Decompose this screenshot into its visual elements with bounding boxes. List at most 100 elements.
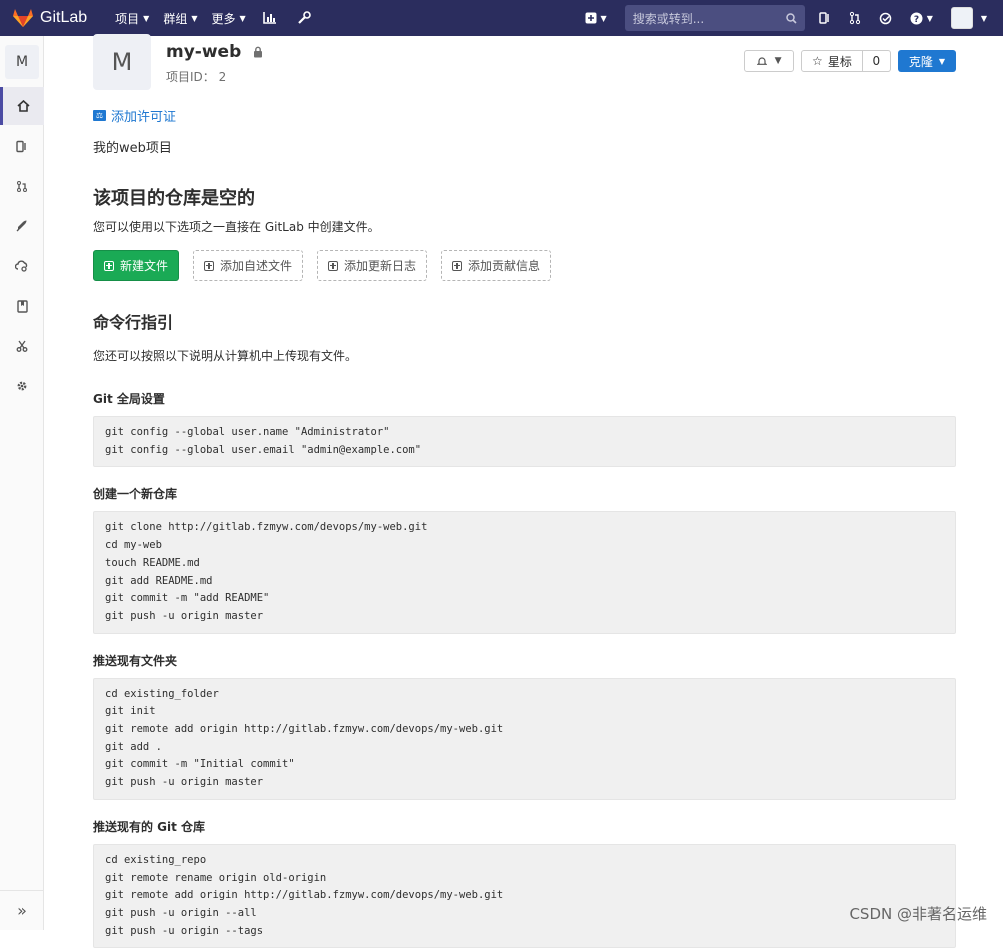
admin-wrench-icon[interactable] xyxy=(294,8,314,28)
code-block-existing-repo[interactable]: cd existing_repo git remote rename origi… xyxy=(93,844,956,948)
add-contributing-label: 添加贡献信息 xyxy=(468,257,540,274)
project-title: my-web xyxy=(166,42,263,62)
menu-projects-label: 项目 xyxy=(115,10,139,27)
gear-icon xyxy=(16,380,28,392)
code-line: cd existing_folder xyxy=(105,686,944,704)
star-label: 星标 xyxy=(828,53,852,70)
lock-icon xyxy=(253,46,263,58)
menu-more[interactable]: 更多 ▼ xyxy=(211,10,245,27)
project-actions: ▼ ☆ 星标 0 克隆 ▼ xyxy=(744,50,956,72)
add-contributing-button[interactable]: 添加贡献信息 xyxy=(441,250,551,281)
todos-icon[interactable] xyxy=(879,12,892,25)
plus-square-icon xyxy=(328,261,338,271)
project-name: my-web xyxy=(166,42,241,62)
chevron-down-icon: ▼ xyxy=(240,14,246,23)
add-changelog-button[interactable]: 添加更新日志 xyxy=(317,250,427,281)
project-avatar: M xyxy=(93,34,151,90)
chevron-down-icon: ▼ xyxy=(981,14,987,23)
add-readme-label: 添加自述文件 xyxy=(220,257,292,274)
sidebar-item-project-home[interactable] xyxy=(0,87,44,125)
project-id: 项目ID： 2 xyxy=(166,68,226,85)
sidebar-item-operations[interactable] xyxy=(0,247,44,285)
add-license-label: 添加许可证 xyxy=(111,106,176,125)
user-menu[interactable]: ▼ xyxy=(951,7,987,29)
code-line: git add README.md xyxy=(105,573,944,591)
code-line: git push -u origin master xyxy=(105,774,944,792)
sidebar-item-merge-requests[interactable] xyxy=(0,167,44,205)
code-block-new-repo[interactable]: git clone http://gitlab.fzmyw.com/devops… xyxy=(93,511,956,633)
code-line: git config --global user.name "Administr… xyxy=(105,424,944,442)
plus-square-icon xyxy=(452,261,462,271)
code-line: git push -u origin master xyxy=(105,608,944,626)
menu-groups[interactable]: 群组▼ xyxy=(163,10,197,27)
search-icon xyxy=(786,13,797,24)
code-line: git remote rename origin old-origin xyxy=(105,870,944,888)
add-changelog-label: 添加更新日志 xyxy=(344,257,416,274)
star-button[interactable]: ☆ 星标 xyxy=(801,50,863,72)
code-block-existing-folder[interactable]: cd existing_folder git init git remote a… xyxy=(93,678,956,800)
search-placeholder: 搜索或转到... xyxy=(633,10,786,27)
code-line: touch README.md xyxy=(105,555,944,573)
activity-chart-icon[interactable] xyxy=(260,8,280,28)
issues-icon[interactable] xyxy=(819,11,831,25)
code-line: git init xyxy=(105,703,944,721)
section-title-existing-repo: 推送现有的 Git 仓库 xyxy=(93,818,956,835)
plus-square-icon xyxy=(585,12,597,24)
sidebar-item-snippets[interactable] xyxy=(0,327,44,365)
chevron-down-icon: ▼ xyxy=(927,14,933,23)
gitlab-logo[interactable]: GitLab xyxy=(12,8,87,28)
empty-repo-title: 该项目的仓库是空的 xyxy=(93,184,956,210)
section-title-git-global: Git 全局设置 xyxy=(93,390,956,407)
code-line: git config --global user.email "admin@ex… xyxy=(105,442,944,460)
empty-repo-subtitle: 您可以使用以下选项之一直接在 GitLab 中创建文件。 xyxy=(93,218,956,235)
collapse-sidebar-button[interactable]: » xyxy=(0,890,44,930)
plus-square-icon xyxy=(104,261,114,271)
help-icon: ? xyxy=(910,12,923,25)
section-title-existing-folder: 推送现有文件夹 xyxy=(93,652,956,669)
main-menu: 项目 ▼ 群组▼ 更多 ▼ xyxy=(115,8,328,28)
code-line: git push -u origin --tags xyxy=(105,923,944,941)
star-count[interactable]: 0 xyxy=(863,50,891,72)
code-line: git add . xyxy=(105,739,944,757)
chevron-down-icon: ▼ xyxy=(939,57,945,66)
empty-repo-actions: 新建文件 添加自述文件 添加更新日志 添加贡献信息 xyxy=(93,250,956,281)
main-content: M my-web 项目ID： 2 ▼ ☆ 星标 0 克隆 ▼ xyxy=(93,36,956,948)
issues-icon xyxy=(16,140,28,153)
sidebar-item-cicd[interactable] xyxy=(0,207,44,245)
menu-projects[interactable]: 项目 ▼ xyxy=(115,10,149,27)
sidebar-item-settings[interactable] xyxy=(0,367,44,405)
sidebar-project-avatar[interactable]: M xyxy=(5,45,39,79)
scale-icon: ⚖ xyxy=(93,110,106,121)
chevron-down-icon: ▼ xyxy=(601,14,607,23)
project-description: 我的web项目 xyxy=(93,137,956,156)
cli-instructions-title: 命令行指引 xyxy=(93,309,956,333)
search-input[interactable]: 搜索或转到... xyxy=(625,5,805,31)
code-block-git-global[interactable]: git config --global user.name "Administr… xyxy=(93,416,956,467)
avatar xyxy=(951,7,973,29)
menu-more-label: 更多 xyxy=(211,10,235,27)
chevron-down-icon: ▼ xyxy=(191,14,197,23)
new-file-button[interactable]: 新建文件 xyxy=(93,250,179,281)
clone-label: 克隆 xyxy=(909,53,933,70)
new-item-button[interactable]: ▼ xyxy=(585,12,607,24)
star-icon: ☆ xyxy=(812,54,823,68)
help-button[interactable]: ? ▼ xyxy=(910,12,933,25)
sidebar-item-wiki[interactable] xyxy=(0,287,44,325)
new-file-label: 新建文件 xyxy=(120,257,168,274)
code-line: git remote add origin http://gitlab.fzmy… xyxy=(105,887,944,905)
svg-text:?: ? xyxy=(914,15,919,25)
clone-button[interactable]: 克隆 ▼ xyxy=(898,50,956,72)
add-license-link[interactable]: ⚖ 添加许可证 xyxy=(93,106,956,125)
home-icon xyxy=(17,100,30,112)
code-line: git push -u origin --all xyxy=(105,905,944,923)
code-line: git remote add origin http://gitlab.fzmy… xyxy=(105,721,944,739)
notification-button[interactable]: ▼ xyxy=(744,50,794,72)
add-readme-button[interactable]: 添加自述文件 xyxy=(193,250,303,281)
cloud-gear-icon xyxy=(15,260,29,272)
plus-square-icon xyxy=(204,261,214,271)
sidebar-item-issues[interactable] xyxy=(0,127,44,165)
code-line: cd existing_repo xyxy=(105,852,944,870)
merge-requests-icon[interactable] xyxy=(849,11,861,25)
chevron-down-icon: ▼ xyxy=(143,14,149,23)
code-line: git commit -m "Initial commit" xyxy=(105,756,944,774)
